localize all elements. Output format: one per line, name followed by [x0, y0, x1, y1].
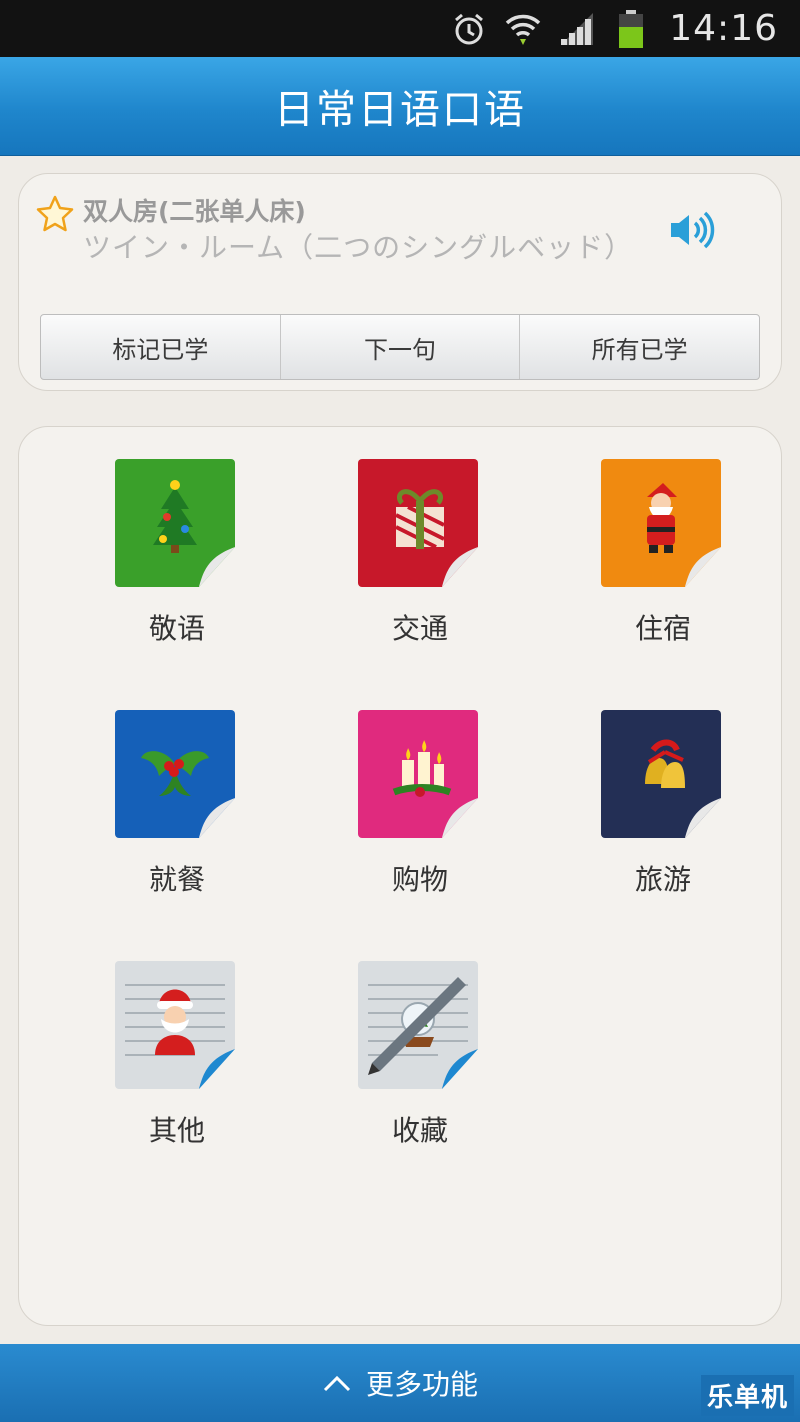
santa-claus-icon: [601, 457, 725, 589]
bells-icon: [601, 708, 725, 840]
category-travel[interactable]: 旅游: [561, 708, 761, 908]
mark-learned-button[interactable]: 标记已学: [41, 315, 281, 379]
wifi-icon: [503, 9, 543, 49]
phrase-chinese: 双人房(二张单人床): [83, 197, 306, 226]
category-label: 就餐: [148, 863, 205, 896]
all-learned-button[interactable]: 所有已学: [520, 315, 759, 379]
category-label: 收藏: [391, 1114, 448, 1147]
title-bar: 日常日语口语: [0, 57, 800, 156]
more-features-label: 更多功能: [365, 1368, 478, 1401]
chevron-up-icon: [322, 1368, 352, 1398]
signal-icon: [557, 9, 597, 49]
category-label: 敬语: [148, 612, 205, 645]
alarm-clock-icon: [449, 9, 489, 49]
category-transport[interactable]: 交通: [318, 457, 518, 657]
watermark: 乐单机: [700, 1375, 794, 1416]
next-phrase-button[interactable]: 下一句: [281, 315, 521, 379]
favorite-star-icon[interactable]: [35, 194, 75, 234]
category-dining[interactable]: 就餐: [75, 708, 275, 908]
christmas-tree-icon: [115, 457, 239, 589]
gift-box-icon: [358, 457, 482, 589]
holly-icon: [115, 708, 239, 840]
santa-notepad-icon: [115, 959, 239, 1091]
phrase-button-group: 标记已学 下一句 所有已学: [40, 314, 760, 380]
category-label: 旅游: [634, 863, 691, 896]
phrase-card: 双人房(二张单人床) ツイン・ルーム（二つのシングルベッド） 标记已学 下一句 …: [18, 173, 782, 391]
category-accommodation[interactable]: 住宿: [561, 457, 761, 657]
page-title: 日常日语口语: [274, 87, 526, 133]
category-favorites[interactable]: 收藏: [318, 959, 518, 1159]
category-grid: 敬语 交通 住宿 就餐 购物 旅游 其他 收藏: [18, 426, 782, 1326]
battery-icon: [611, 9, 651, 49]
category-label: 交通: [391, 612, 448, 645]
category-shopping[interactable]: 购物: [318, 708, 518, 908]
category-label: 购物: [391, 863, 448, 896]
speaker-icon[interactable]: [667, 206, 715, 254]
pen-notepad-icon: [358, 959, 482, 1091]
clock-time: 14:16: [669, 8, 778, 49]
more-features-button[interactable]: 更多功能: [0, 1344, 800, 1422]
category-label: 其他: [148, 1114, 205, 1147]
status-bar: 14:16: [0, 0, 800, 57]
phrase-japanese: ツイン・ルーム（二つのシングルベッド）: [83, 231, 634, 264]
category-other[interactable]: 其他: [75, 959, 275, 1159]
category-honorifics[interactable]: 敬语: [75, 457, 275, 657]
category-label: 住宿: [634, 612, 691, 645]
candles-icon: [358, 708, 482, 840]
